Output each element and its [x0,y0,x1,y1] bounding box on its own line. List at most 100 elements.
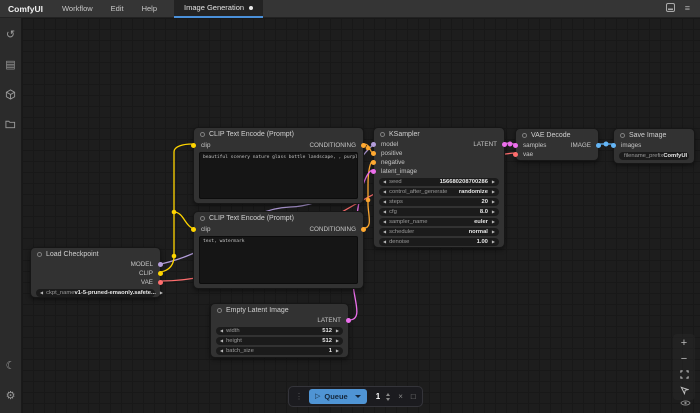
node-empty-latent-image[interactable]: Empty Latent Image LATENT ◀ width 512 ▶ … [210,303,349,358]
output-port-image[interactable] [596,143,601,148]
output-port-clip[interactable] [158,271,163,276]
arrow-left-icon[interactable]: ◀ [383,230,386,234]
history-icon[interactable]: ↺ [3,26,19,42]
input-port-positive[interactable] [371,151,376,156]
node-load-checkpoint[interactable]: Load Checkpoint MODEL CLIP VAE ◀ ckpt_na… [30,247,161,298]
arrow-right-icon[interactable]: ▶ [336,339,339,343]
prompt-textarea[interactable]: beautiful scenery nature glass bottle la… [199,152,358,199]
menu-edit[interactable]: Edit [102,0,133,18]
output-port-vae[interactable] [158,280,163,285]
node-clip-text-encode-negative[interactable]: CLIP Text Encode (Prompt) clip CONDITION… [193,211,364,289]
node-save-image[interactable]: Save Image images filename_prefix ComfyU… [613,128,695,164]
output-port-conditioning[interactable] [361,143,366,148]
input-port-latent-image[interactable] [371,169,376,174]
queue-button[interactable]: ▷ Queue [309,389,367,404]
clear-queue-icon[interactable]: × [396,393,405,401]
panel-toggle-icon[interactable] [666,3,675,14]
output-port-conditioning[interactable] [361,227,366,232]
arrow-left-icon[interactable]: ◀ [40,291,43,295]
workflows-list-icon[interactable]: ▤ [3,56,19,72]
input-port-negative[interactable] [371,160,376,165]
collapse-icon[interactable] [620,133,625,138]
node-header[interactable]: Load Checkpoint [31,248,160,260]
arrow-left-icon[interactable]: ◀ [220,339,223,343]
drag-handle-icon[interactable]: ⋮ [295,393,303,401]
arrow-right-icon[interactable]: ▶ [492,210,495,214]
arrow-left-icon[interactable]: ◀ [220,329,223,333]
menu-workflow[interactable]: Workflow [53,0,102,18]
node-header[interactable]: Empty Latent Image [211,304,348,316]
comfyui-logo[interactable]: ComfyUI [0,4,53,14]
arrow-left-icon[interactable]: ◀ [220,349,223,353]
prompt-textarea[interactable]: text, watermark [199,236,358,284]
collapse-icon[interactable] [200,132,205,137]
widget-seed[interactable]: ◀ seed 156680208700286 ▶ [379,178,499,186]
widget-width[interactable]: ◀ width 512 ▶ [216,327,343,335]
menu-help[interactable]: Help [133,0,166,18]
input-port-vae[interactable] [513,152,518,157]
settings-gear-icon[interactable]: ⚙ [3,387,19,403]
zoom-in-icon[interactable]: + [681,338,687,348]
collapse-icon[interactable] [522,133,527,138]
output-port-latent[interactable] [346,318,351,323]
zoom-out-icon[interactable]: − [681,354,687,364]
output-port-model[interactable] [158,262,163,267]
widget-filename-prefix[interactable]: filename_prefix ComfyUI [619,152,689,160]
node-header[interactable]: Save Image [614,129,694,141]
arrow-right-icon[interactable]: ▶ [336,329,339,333]
widget-ckpt-name[interactable]: ◀ ckpt_name v1-5-pruned-emaonly.safete..… [36,289,155,297]
arrow-right-icon[interactable]: ▶ [492,200,495,204]
arrow-right-icon[interactable]: ▶ [492,190,495,194]
step-up-icon[interactable] [386,393,390,396]
arrow-right-icon[interactable]: ▶ [160,291,163,295]
collapse-icon[interactable] [217,308,222,313]
batch-count-value[interactable]: 1 [373,392,380,401]
chevron-down-icon[interactable] [355,395,361,398]
theme-toggle-moon-icon[interactable]: ☾ [3,357,19,373]
step-down-icon[interactable] [386,398,390,401]
tab-image-generation[interactable]: Image Generation [174,0,263,18]
widget-denoise[interactable]: ◀ denoise 1.00 ▶ [379,238,499,246]
node-header[interactable]: CLIP Text Encode (Prompt) [194,128,363,140]
arrow-right-icon[interactable]: ▶ [336,349,339,353]
widget-height[interactable]: ◀ height 512 ▶ [216,337,343,345]
widget-control-after-generate[interactable]: ◀ control_after_generate randomize ▶ [379,188,499,196]
widget-scheduler[interactable]: ◀ scheduler normal ▶ [379,228,499,236]
node-header[interactable]: VAE Decode [516,129,598,141]
fit-view-icon[interactable] [680,370,689,380]
widget-batch-size[interactable]: ◀ batch_size 1 ▶ [216,347,343,355]
arrow-left-icon[interactable]: ◀ [383,210,386,214]
arrow-right-icon[interactable]: ▶ [492,180,495,184]
node-ksampler[interactable]: KSampler model LATENT positive negative … [373,127,505,248]
collapse-icon[interactable] [380,132,385,137]
input-port-clip[interactable] [191,227,196,232]
folder-icon[interactable] [3,116,19,132]
arrow-left-icon[interactable]: ◀ [383,220,386,224]
arrow-left-icon[interactable]: ◀ [383,180,386,184]
widget-steps[interactable]: ◀ steps 20 ▶ [379,198,499,206]
widget-cfg[interactable]: ◀ cfg 8.0 ▶ [379,208,499,216]
arrow-right-icon[interactable]: ▶ [492,240,495,244]
node-vae-decode[interactable]: VAE Decode samples IMAGE vae [515,128,599,161]
model-library-icon[interactable] [3,86,19,102]
node-clip-text-encode-positive[interactable]: CLIP Text Encode (Prompt) clip CONDITION… [193,127,364,204]
output-port-latent[interactable] [502,142,507,147]
arrow-right-icon[interactable]: ▶ [492,230,495,234]
node-header[interactable]: CLIP Text Encode (Prompt) [194,212,363,224]
stop-icon[interactable]: □ [411,393,416,401]
arrow-left-icon[interactable]: ◀ [383,240,386,244]
input-port-model[interactable] [371,142,376,147]
collapse-icon[interactable] [37,252,42,257]
toggle-visibility-eye-icon[interactable] [680,394,691,412]
node-header[interactable]: KSampler [374,128,504,140]
arrow-right-icon[interactable]: ▶ [492,220,495,224]
input-port-images[interactable] [611,143,616,148]
collapse-icon[interactable] [200,216,205,221]
arrow-left-icon[interactable]: ◀ [383,190,386,194]
widget-sampler-name[interactable]: ◀ sampler_name euler ▶ [379,218,499,226]
input-port-samples[interactable] [513,143,518,148]
arrow-left-icon[interactable]: ◀ [383,200,386,204]
menu-list-icon[interactable]: ≡ [685,4,690,13]
batch-count-stepper[interactable] [386,393,390,401]
input-port-clip[interactable] [191,143,196,148]
